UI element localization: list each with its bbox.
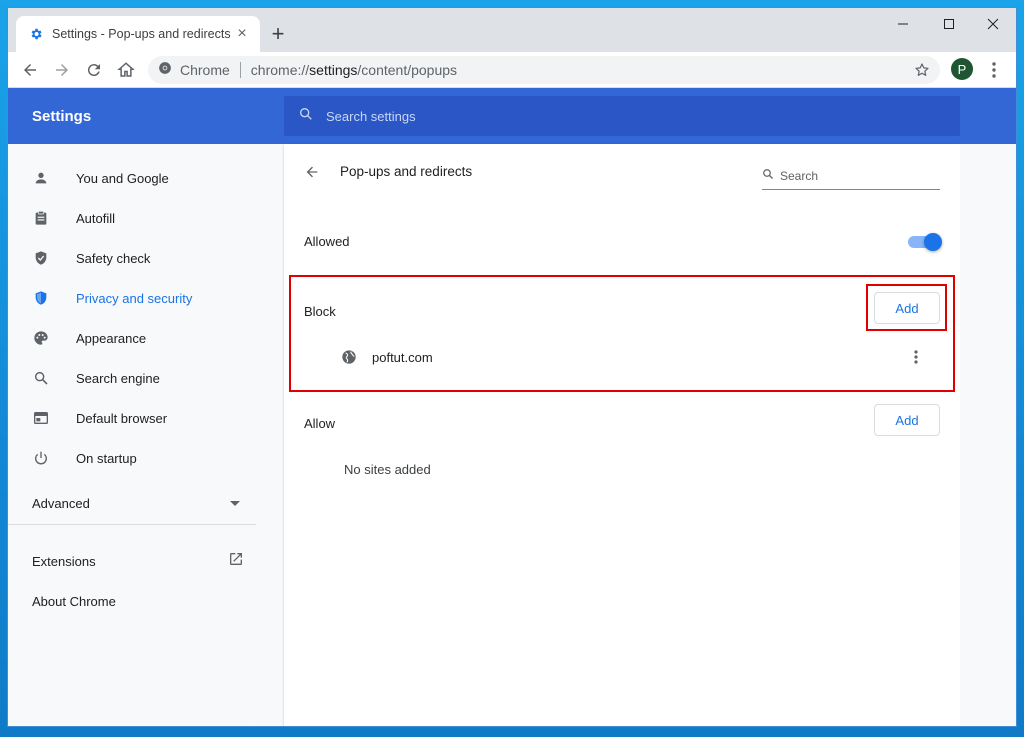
page-search-placeholder: Search [780, 168, 819, 183]
search-settings-input[interactable]: Search settings [284, 96, 960, 136]
sidebar-item-label: You and Google [76, 170, 169, 186]
about-label: About Chrome [32, 593, 116, 609]
tab-strip: Settings - Pop-ups and redirects × + [8, 8, 1016, 52]
search-icon [762, 167, 774, 185]
sidebar-item-extensions[interactable]: Extensions [32, 544, 244, 578]
extensions-label: Extensions [32, 553, 96, 569]
sidebar-item-privacy-and-security[interactable]: Privacy and security [8, 278, 264, 318]
browser-icon [32, 409, 50, 427]
sidebar-item-appearance[interactable]: Appearance [8, 318, 264, 358]
settings-title: Settings [32, 108, 92, 125]
allow-empty-text: No sites added [344, 462, 431, 477]
allowed-label: Allowed [304, 234, 350, 249]
blocked-site-name: poftut.com [372, 349, 433, 365]
close-window-button[interactable] [970, 8, 1016, 40]
search-settings-placeholder: Search settings [326, 108, 416, 124]
sidebar-item-label: Appearance [76, 330, 147, 346]
page-title: Pop-ups and redirects [340, 164, 473, 179]
profile-avatar[interactable]: P [951, 58, 973, 80]
back-arrow-icon[interactable] [300, 160, 324, 184]
sidebar-item-on-startup[interactable]: On startup [8, 438, 264, 478]
omnibox-separator [239, 62, 241, 78]
browser-window: Settings - Pop-ups and redirects × + Chr… [8, 8, 1016, 726]
browser-toolbar: Chrome chrome://settings/content/popups [8, 52, 1016, 88]
tab-close-icon[interactable]: × [234, 25, 250, 42]
sidebar-item-label: Default browser [76, 410, 168, 426]
bookmark-star-icon[interactable] [912, 60, 932, 80]
toggle-knob [924, 233, 942, 251]
allowed-toggle[interactable] [908, 233, 942, 251]
advanced-label: Advanced [32, 495, 90, 511]
blocked-site-row: poftut.com [340, 342, 940, 372]
sidebar-item-default-browser[interactable]: Default browser [8, 398, 264, 438]
card-header: Pop-ups and redirects Search [284, 144, 960, 200]
shield-icon [32, 289, 50, 307]
page-search-input[interactable]: Search [762, 162, 940, 190]
search-icon [32, 369, 50, 387]
person-icon [32, 169, 50, 187]
new-tab-button[interactable]: + [264, 20, 292, 48]
chrome-menu-icon[interactable] [983, 56, 1005, 84]
back-button[interactable] [16, 56, 44, 84]
palette-icon [32, 329, 50, 347]
popups-settings-card: Pop-ups and redirects Search Allowed Blo… [284, 144, 960, 726]
home-button[interactable] [112, 56, 140, 84]
search-icon [298, 106, 314, 127]
sidebar-item-label: Privacy and security [76, 290, 193, 306]
allow-add-button[interactable]: Add [874, 404, 940, 436]
open-external-icon [228, 551, 244, 572]
url-text: chrome://settings/content/popups [250, 62, 458, 78]
sidebar-item-about-chrome[interactable]: About Chrome [32, 584, 116, 618]
gear-icon [28, 26, 44, 42]
reload-button[interactable] [80, 56, 108, 84]
page-margin [960, 144, 1016, 726]
power-icon [32, 449, 50, 467]
more-actions-icon[interactable] [904, 344, 928, 370]
settings-header: Settings Search settings [8, 88, 1016, 144]
maximize-button[interactable] [926, 8, 972, 40]
caret-down-icon [230, 494, 240, 512]
globe-icon [340, 348, 358, 366]
sidebar-item-label: On startup [76, 450, 137, 466]
site-label: Chrome [180, 62, 230, 78]
sidebar-item-safety-check[interactable]: Safety check [8, 238, 264, 278]
block-add-button[interactable]: Add [874, 292, 940, 324]
tab-title: Settings - Pop-ups and redirects [52, 27, 231, 41]
chrome-icon [158, 61, 172, 80]
minimize-button[interactable] [880, 8, 926, 40]
allowed-row: Allowed [284, 222, 960, 262]
clipboard-icon [32, 209, 50, 227]
sidebar-item-label: Search engine [76, 370, 160, 386]
allow-section-label: Allow [304, 416, 336, 431]
block-section-label: Block [304, 304, 336, 319]
sidebar-item-label: Autofill [76, 210, 116, 226]
sidebar-item-autofill[interactable]: Autofill [8, 198, 264, 238]
sidebar-divider [8, 524, 256, 525]
sidebar-advanced-toggle[interactable]: Advanced [32, 488, 240, 518]
address-bar[interactable]: Chrome chrome://settings/content/popups [148, 56, 940, 84]
forward-button[interactable] [48, 56, 76, 84]
sidebar-item-label: Safety check [76, 250, 151, 266]
sidebar-item-you-and-google[interactable]: You and Google [8, 158, 264, 198]
sidebar-item-search-engine[interactable]: Search engine [8, 358, 264, 398]
tab-settings[interactable]: Settings - Pop-ups and redirects × [16, 16, 260, 52]
settings-sidebar: You and Google Autofill Safety check Pri… [8, 144, 264, 726]
shield-check-icon [32, 249, 50, 267]
block-section-highlight [289, 275, 955, 392]
